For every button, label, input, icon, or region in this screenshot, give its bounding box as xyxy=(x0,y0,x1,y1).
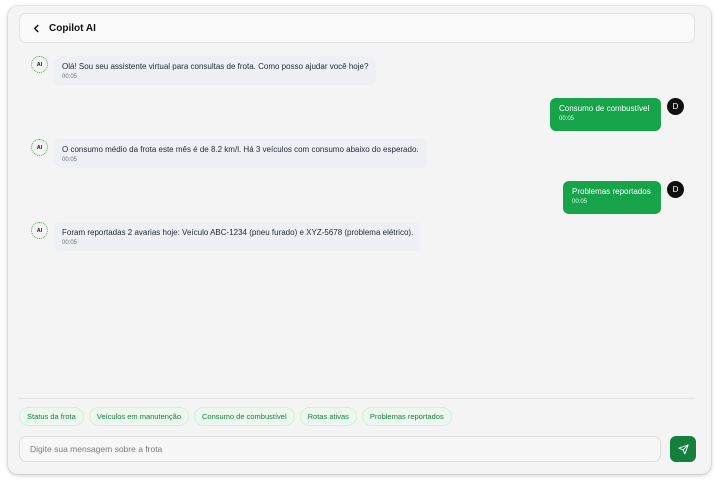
chip-problemas-reportados[interactable]: Problemas reportados xyxy=(361,407,452,426)
chat-header: Copilot AI xyxy=(19,13,695,43)
chat-window: Copilot AI AI Olá! Sou seu assistente vi… xyxy=(8,6,711,474)
chip-veiculos-em-manutencao[interactable]: Veículos em manutenção xyxy=(88,407,189,426)
user-message-bubble: Problemas reportados 00:05 xyxy=(563,181,661,214)
user-message-bubble: Consumo de combustível 00:05 xyxy=(550,98,661,131)
ai-avatar: AI xyxy=(31,56,48,73)
ai-message-bubble: O consumo médio da frota este mês é de 8… xyxy=(54,139,427,168)
message-time: 00:05 xyxy=(62,157,78,163)
ai-message: AI Olá! Sou seu assistente virtual para … xyxy=(31,56,377,85)
message-text: Problemas reportados xyxy=(572,187,651,196)
message-time: 00:05 xyxy=(559,116,575,122)
ai-message-bubble: Foram reportadas 2 avarias hoje: Veículo… xyxy=(54,222,422,251)
message-text: Olá! Sou seu assistente virtual para con… xyxy=(62,62,369,71)
message-time: 00:05 xyxy=(572,199,588,205)
chip-rotas-ativas[interactable]: Rotas ativas xyxy=(299,407,357,426)
message-input[interactable] xyxy=(19,436,661,462)
message-time: 00:05 xyxy=(62,74,78,80)
message-text: Foram reportadas 2 avarias hoje: Veículo… xyxy=(62,228,414,237)
user-avatar: D xyxy=(667,98,684,115)
page-title: Copilot AI xyxy=(49,22,96,34)
send-icon xyxy=(677,443,689,455)
user-avatar: D xyxy=(667,181,684,198)
ai-avatar: AI xyxy=(31,139,48,156)
message-text: O consumo médio da frota este mês é de 8… xyxy=(62,145,419,154)
send-button[interactable] xyxy=(670,436,696,462)
ai-message: AI O consumo médio da frota este mês é d… xyxy=(31,139,427,168)
chevron-left-icon[interactable] xyxy=(32,22,41,35)
message-time: 00:05 xyxy=(62,240,78,246)
divider xyxy=(19,398,695,399)
suggestion-chips: Status da frota Veículos em manutenção C… xyxy=(19,407,452,426)
chip-status-da-frota[interactable]: Status da frota xyxy=(19,407,84,426)
message-text: Consumo de combustível xyxy=(559,104,650,113)
chip-consumo-de-combustivel[interactable]: Consumo de combustível xyxy=(194,407,295,426)
ai-message: AI Foram reportadas 2 avarias hoje: Veíc… xyxy=(31,222,422,251)
ai-message-bubble: Olá! Sou seu assistente virtual para con… xyxy=(54,56,377,85)
ai-avatar: AI xyxy=(31,222,48,239)
